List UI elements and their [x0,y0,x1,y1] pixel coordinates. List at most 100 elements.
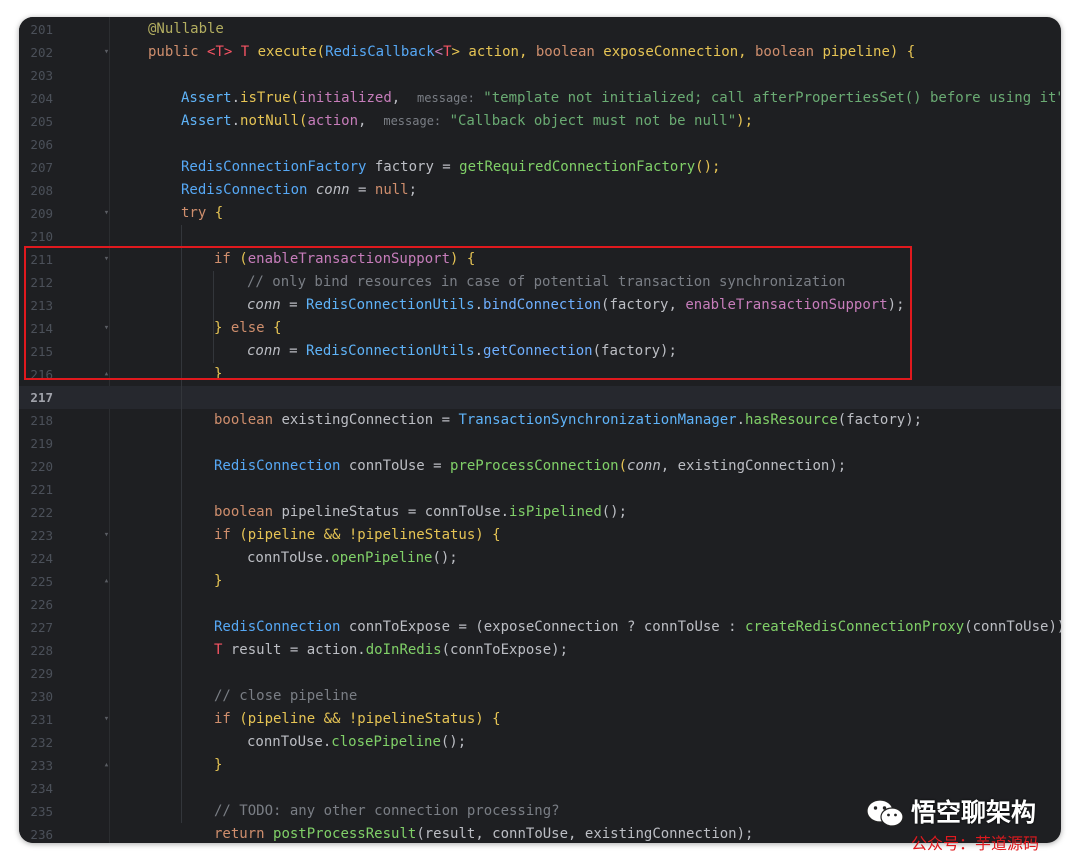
line-number: 234 [30,781,53,796]
code-token: // close pipeline [214,688,358,704]
fold-toggle-icon[interactable]: ▾ [102,530,111,540]
code-token: conn [627,458,661,474]
code-token: closePipeline [331,734,441,750]
code-text: if (pipeline && !pipelineStatus) { [214,524,501,547]
line-number: 233 [30,758,53,773]
line-number: 205 [30,114,53,129]
line-number: 228 [30,643,53,658]
code-token: , existingConnection); [660,458,847,474]
line-number: 201 [30,22,53,37]
code-token: < [434,44,444,60]
code-line[interactable]: 224 connToUse.openPipeline(); [19,547,1061,570]
code-token: initialized [299,90,392,106]
watermark: 悟空聊架构 公众号：芋道源码 [863,790,1073,854]
code-token: postProcessResult [273,826,417,842]
code-line[interactable]: 207 RedisConnectionFactory factory = getR… [19,156,1061,179]
code-line[interactable]: 218 boolean existingConnection = Transact… [19,409,1061,432]
code-token: T [240,44,250,60]
code-line[interactable]: 206 [19,133,1061,156]
fold-toggle-icon[interactable]: ▴ [102,576,111,586]
code-token: > [223,44,241,60]
code-text: } [214,570,222,593]
code-line[interactable]: 201 @Nullable [19,18,1061,41]
code-line[interactable]: 227 RedisConnection connToExpose = (expos… [19,616,1061,639]
code-token: connToUse. [247,734,332,750]
code-token: conn [315,182,350,198]
code-token: RedisConnectionFactory [181,159,367,175]
code-line[interactable]: 219 [19,432,1061,455]
code-line[interactable]: 233 ▴} [19,754,1061,777]
code-text: RedisConnection conn = null; [181,179,417,202]
code-token: doInRedis [365,642,442,658]
line-number: 202 [30,45,53,60]
code-token: (result, connToUse, existingConnection); [416,826,754,842]
line-number: 209 [30,206,53,221]
code-token: } [214,757,223,773]
code-line[interactable]: 222 boolean pipelineStatus = connToUse.is… [19,501,1061,524]
code-line[interactable]: 230 // close pipeline [19,685,1061,708]
code-text: Assert.notNull(action, message: "Callbac… [181,110,753,133]
code-token: ( [618,458,628,474]
code-token: result = action. [222,642,366,658]
code-token: RedisConnection [181,182,308,198]
line-number: 218 [30,413,53,428]
code-token: (connToExpose); [441,642,569,658]
code-token: if [214,711,231,727]
code-token: boolean [535,44,595,60]
code-text: RedisConnectionFactory factory = getRequ… [181,156,720,179]
code-text: Assert.isTrue(initialized, message: "tem… [181,87,1061,110]
code-token: existingConnection = [273,412,459,428]
code-line[interactable]: 203 [19,64,1061,87]
code-token: (); [601,504,628,520]
code-line[interactable]: 225 ▴} [19,570,1061,593]
code-line[interactable]: 232 connToUse.closePipeline(); [19,731,1061,754]
watermark-subtitle: 公众号：芋道源码 [911,834,1040,853]
code-line[interactable]: 226 [19,593,1061,616]
code-line[interactable]: 202 ▾ public <T> T execute(RedisCallback<T… [19,41,1061,64]
code-line[interactable]: 228 T result = action.doInRedis(connToExp… [19,639,1061,662]
line-number: 217 [30,390,53,405]
fold-toggle-icon[interactable]: ▾ [102,714,111,724]
code-text: public <T> T execute(RedisCallback<T> ac… [148,41,915,64]
code-line[interactable]: 204 Assert.isTrue(initialized, message: "… [19,87,1061,110]
code-token: connToUse. [247,550,332,566]
code-token: isPipelined [509,504,602,520]
code-line[interactable]: 229 [19,662,1061,685]
code-token: hasResource [745,412,838,428]
code-token: openPipeline [331,550,433,566]
code-line[interactable]: 221 [19,478,1061,501]
code-line[interactable]: 220 RedisConnection connToUse = preProces… [19,455,1061,478]
line-number: 227 [30,620,53,635]
code-line[interactable]: 217 [19,386,1061,409]
code-token: { [206,205,224,221]
line-number: 235 [30,804,53,819]
code-text: T result = action.doInRedis(connToExpose… [214,639,568,662]
code-token: (pipeline && !pipelineStatus) { [230,527,501,543]
line-number: 226 [30,597,53,612]
fold-toggle-icon[interactable]: ▾ [102,47,111,57]
code-token: preProcessConnection [450,458,619,474]
line-number: 206 [30,137,53,152]
code-token: boolean [755,44,815,60]
code-line[interactable]: 205 Assert.notNull(action, message: "Call… [19,110,1061,133]
code-line[interactable]: 210 [19,225,1061,248]
code-editor[interactable]: 201 @Nullable 202 ▾ public <T> T execute(Red… [19,17,1061,843]
code-token: (pipeline && !pipelineStatus) { [230,711,501,727]
code-token: (); [695,159,721,175]
fold-toggle-icon[interactable]: ▾ [102,208,111,218]
code-text: // close pipeline [214,685,357,708]
code-token: , [358,113,384,129]
fold-toggle-icon[interactable]: ▴ [102,760,111,770]
line-number: 220 [30,459,53,474]
code-line[interactable]: 231 ▾ if (pipeline && !pipelineStatus) { [19,708,1061,731]
code-token: connToUse = [340,458,451,474]
code-line[interactable]: 208 RedisConnection conn = null; [19,179,1061,202]
code-token: . [231,90,241,106]
watermark-title: 悟空聊架构 [911,798,1037,827]
code-line[interactable]: 209 ▾ try { [19,202,1061,225]
code-token: RedisConnection [214,458,341,474]
code-token: try [181,205,207,221]
line-number: 225 [30,574,53,589]
code-line[interactable]: 223 ▾ if (pipeline && !pipelineStatus) { [19,524,1061,547]
